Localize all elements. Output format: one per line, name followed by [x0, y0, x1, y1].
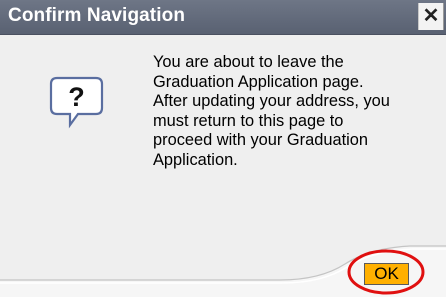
close-button[interactable]: ✕ [418, 3, 444, 30]
message-line-3: After updating your address, you [153, 92, 390, 111]
message-line-1: You are about to leave the [153, 53, 344, 71]
question-bubble-icon: ? [48, 76, 110, 143]
message-line-2: Graduation Application page. [153, 72, 364, 91]
dialog-message: You are about to leave the Graduation Ap… [153, 53, 438, 171]
dialog-title: Confirm Navigation [8, 5, 186, 26]
highlight-circle [347, 249, 425, 295]
message-line-5: proceed with your Graduation [153, 131, 369, 150]
message-line-6: Application. [153, 150, 238, 169]
dialog-titlebar[interactable]: Confirm Navigation ✕ [0, 0, 446, 35]
svg-text:?: ? [68, 82, 85, 112]
message-line-4: must return to this page to [153, 111, 344, 130]
confirm-navigation-dialog: Confirm Navigation ✕ ? You are about to … [0, 0, 446, 297]
close-icon: ✕ [422, 5, 440, 27]
